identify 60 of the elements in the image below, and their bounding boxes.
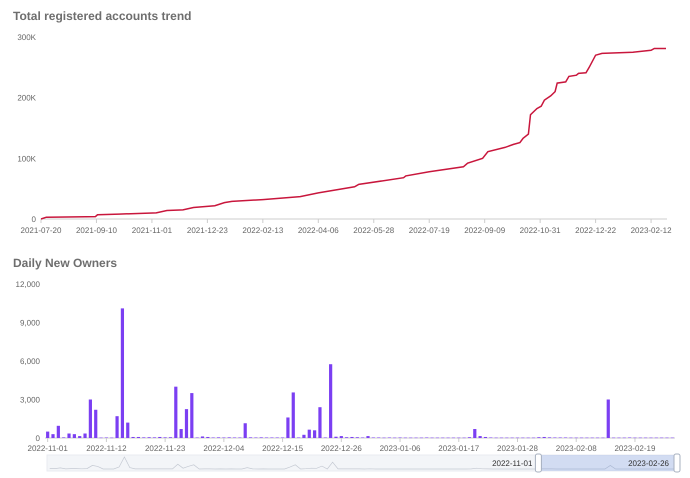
axis-label: 2022-11-12: [86, 444, 127, 453]
slider-handle[interactable]: [674, 454, 680, 472]
axis-label: 9,000: [20, 318, 40, 328]
bar: [244, 423, 247, 438]
axis-label: 2023-02-12: [630, 226, 672, 235]
axis-label: 2022-07-19: [408, 226, 450, 235]
axis-label: 2022-11-23: [144, 444, 186, 453]
axis-label: 2021-11-01: [132, 226, 172, 235]
bar: [115, 416, 119, 438]
axis-label: 2021-12-23: [186, 226, 228, 235]
axis-label: 2023-01-28: [497, 444, 538, 453]
chart-title: Total registered accounts trend: [13, 9, 192, 23]
axis-label: 2022-02-13: [242, 226, 284, 235]
bar: [184, 409, 188, 438]
bar: [51, 434, 55, 438]
bar: [308, 430, 311, 438]
bar: [72, 434, 76, 438]
bar: [292, 392, 295, 438]
axis-label: 2022-12-22: [575, 226, 616, 235]
axis-label: 2022-12-15: [262, 444, 304, 453]
bar: [286, 417, 290, 438]
axis-label: 100K: [17, 154, 36, 164]
axis-label: 2022-12-26: [320, 444, 362, 453]
axis-label: 2023-02-19: [614, 444, 656, 453]
axis-label: 2021-09-10: [76, 226, 117, 235]
axis-label: 2021-07-20: [20, 226, 62, 235]
axis-label: 0: [36, 434, 40, 443]
bar: [606, 400, 610, 438]
axis-label: 2022-12-04: [203, 444, 244, 453]
axis-label: 2022-09-09: [464, 226, 506, 235]
axis-label: 6,000: [20, 357, 40, 366]
bar: [94, 410, 98, 438]
slider-handle[interactable]: [534, 454, 542, 472]
axis-label: 0: [32, 215, 36, 224]
axis-label: 3,000: [20, 396, 40, 404]
axis-label: 2023-02-08: [556, 444, 597, 453]
bar: [126, 422, 130, 438]
axis-label: 2022-11-01: [28, 444, 68, 453]
bar: [56, 426, 60, 438]
axis-label: 2023-01-06: [380, 444, 420, 453]
bar: [67, 434, 71, 438]
bar: [46, 432, 50, 438]
axis-label: 2023-01-17: [438, 444, 480, 453]
bar: [302, 434, 306, 438]
zoom-end-label: 2023-02-26: [628, 459, 669, 468]
axis-label: 2022-10-31: [520, 226, 561, 235]
bar: [190, 393, 194, 438]
chart-title: Daily New Owners: [13, 256, 118, 270]
bar: [88, 400, 92, 438]
bar: [318, 407, 322, 438]
bar: [174, 386, 178, 438]
bar: [473, 429, 476, 438]
zoom-start-label: 2022-11-01: [492, 459, 532, 468]
axis-label: 200K: [17, 94, 36, 103]
axis-label: 300K: [17, 33, 36, 42]
bar: [313, 430, 316, 438]
bar: [180, 429, 183, 438]
axis-label: 2022-04-06: [298, 226, 339, 235]
axis-label: 2022-05-28: [353, 226, 394, 235]
axis-label: 12,000: [16, 280, 40, 289]
